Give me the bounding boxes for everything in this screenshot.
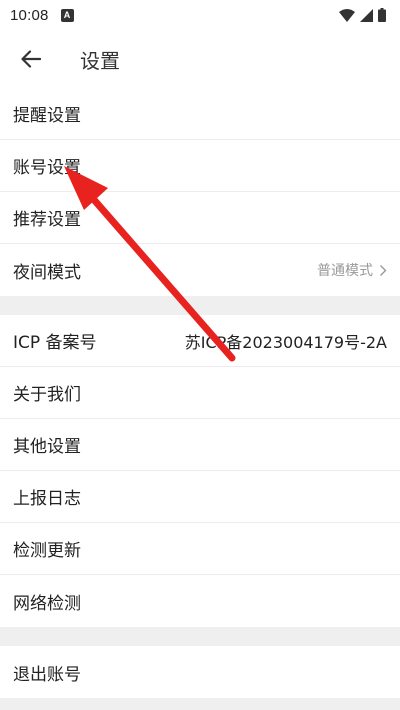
settings-item-label: 夜间模式 [13, 262, 81, 283]
status-icons [339, 8, 386, 22]
section-divider [0, 698, 400, 710]
settings-item-label: ICP 备案号 [13, 333, 97, 353]
settings-item-other[interactable]: 其他设置 [0, 419, 400, 471]
night-mode-value-text: 普通模式 [317, 263, 373, 279]
back-button[interactable] [0, 30, 62, 88]
section-divider [0, 627, 400, 646]
logout-label: 退出账号 [13, 664, 81, 685]
settings-item-report-log[interactable]: 上报日志 [0, 471, 400, 523]
arrow-left-icon [21, 50, 41, 68]
settings-item-label: 网络检测 [13, 593, 81, 614]
section-divider [0, 296, 400, 315]
settings-item-night-mode[interactable]: 夜间模式 普通模式 [0, 244, 400, 296]
settings-item-label: 上报日志 [13, 489, 81, 509]
settings-item-about[interactable]: 关于我们 [0, 367, 400, 419]
settings-item-network-check[interactable]: 网络检测 [0, 575, 400, 627]
settings-item-reminder[interactable]: 提醒设置 [0, 88, 400, 140]
settings-item-label: 推荐设置 [13, 210, 81, 230]
settings-item-label: 关于我们 [13, 385, 81, 405]
icp-number: 苏ICP备2023004179号-2A [184, 332, 387, 352]
battery-icon [378, 8, 386, 22]
signal-icon [360, 8, 373, 22]
settings-item-icp: ICP 备案号 苏ICP备2023004179号-2A [0, 315, 400, 367]
page-title: 设置 [80, 48, 120, 73]
settings-item-label: 提醒设置 [13, 106, 81, 126]
settings-item-label: 其他设置 [13, 437, 81, 457]
night-mode-value: 普通模式 [317, 260, 387, 280]
settings-item-check-update[interactable]: 检测更新 [0, 523, 400, 575]
settings-item-label: 检测更新 [13, 541, 81, 561]
wifi-icon [339, 8, 355, 22]
settings-item-label: 账号设置 [13, 158, 81, 178]
status-time: 10:08 [10, 6, 49, 24]
notification-a-icon: A [60, 8, 74, 22]
status-bar: 10:08 A [0, 0, 400, 30]
settings-item-recommend[interactable]: 推荐设置 [0, 192, 400, 244]
chevron-right-icon [380, 264, 387, 276]
logout-button[interactable]: 退出账号 [0, 646, 400, 698]
settings-item-account[interactable]: 账号设置 [0, 140, 400, 192]
settings-list: 提醒设置 账号设置 推荐设置 夜间模式 普通模式 ICP 备案号 苏ICP备20… [0, 88, 400, 710]
app-bar: 设置 [0, 30, 400, 88]
